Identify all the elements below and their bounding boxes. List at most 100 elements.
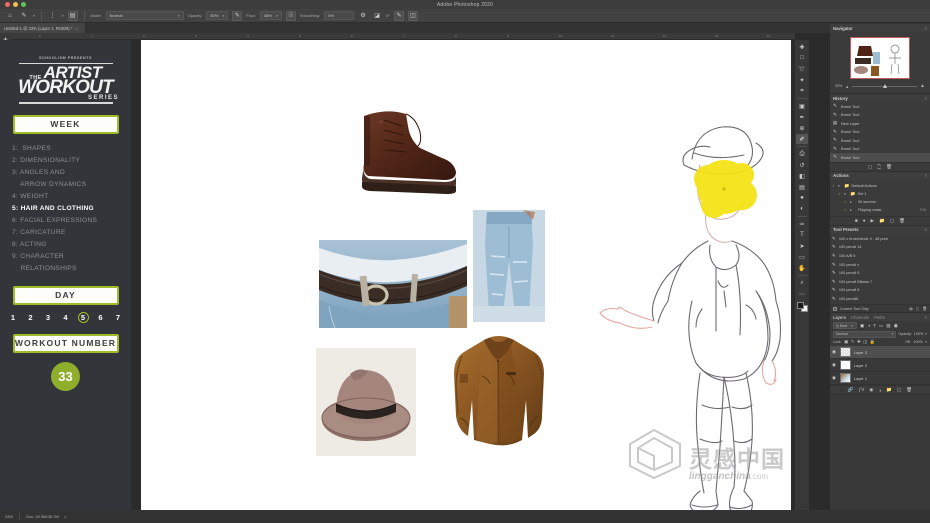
action-item[interactable]: ✓ ▾ 📁 Default Actions: [830, 182, 930, 190]
close-icon[interactable]: ×: [76, 26, 78, 31]
color-swatches[interactable]: [796, 302, 808, 312]
layer-row[interactable]: ◉ Layer 3: [830, 346, 930, 360]
eraser-tool-icon[interactable]: ◧: [796, 171, 808, 181]
history-item[interactable]: ✎ Brush Tool: [830, 153, 930, 162]
tool-preset-caret[interactable]: ▾: [33, 14, 35, 18]
mask-icon[interactable]: ◉: [869, 387, 873, 393]
filter-toggle-icon[interactable]: ◉: [894, 323, 898, 329]
tool-presets-list[interactable]: ✎ 100 x brush/circle 3 - 48 pure ✎ 100 penc…: [830, 233, 930, 305]
artboard[interactable]: 灵感中国 lingganchina.com: [141, 40, 791, 510]
fill-value[interactable]: 100%: [914, 340, 923, 344]
actions-footer[interactable]: ■ ● ▶ 📁 ▢ 🗑: [830, 215, 930, 225]
eyedropper-tool-icon[interactable]: ✒: [796, 112, 808, 122]
navigator-zoom-slider[interactable]: [852, 83, 918, 88]
week-list-item[interactable]: 6: FACIAL EXPRESSIONS: [12, 215, 131, 227]
dodge-tool-icon[interactable]: ◐: [796, 204, 808, 214]
action-toggle-checkbox[interactable]: ✓: [844, 208, 848, 212]
lock-artboard-icon[interactable]: ◫: [863, 339, 867, 345]
week-list-item[interactable]: 3: ANGLES AND: [12, 167, 131, 179]
lock-position-icon[interactable]: ✚: [857, 339, 861, 345]
layer-opacity-value[interactable]: 100%: [914, 332, 923, 336]
pixel-filter-icon[interactable]: ▣: [860, 323, 864, 329]
day-number-2[interactable]: 2: [25, 312, 36, 323]
pressure-opacity-icon[interactable]: ✎: [232, 10, 243, 21]
chevron-down-icon[interactable]: ▾: [838, 184, 842, 188]
lock-image-icon[interactable]: ✎: [851, 339, 855, 345]
play-icon[interactable]: ▶: [871, 218, 875, 224]
tool-preset-item[interactable]: ✎ 100 A/B 5: [830, 252, 930, 261]
layer-lock-row[interactable]: Lock: ▣ ✎ ✚ ◫ 🔒 Fill: 100% ▾: [830, 338, 930, 346]
actions-panel-header[interactable]: Actions ≡: [830, 171, 930, 180]
action-item[interactable]: ✓ ▸ 90 sec/min: [830, 198, 930, 206]
navigator-panel-header[interactable]: Navigator ≡: [830, 24, 930, 32]
airbrush-icon[interactable]: ☉: [285, 10, 296, 21]
brush-panel-icon[interactable]: ▤: [67, 10, 78, 21]
eye-icon[interactable]: ◉: [832, 362, 837, 368]
tab-paths[interactable]: Paths: [874, 315, 885, 320]
edit-toolbar-icon[interactable]: ⋯: [796, 289, 808, 299]
document-tab[interactable]: Untitled-1 @ 33% (Layer 1, RGB/8) * ×: [0, 23, 86, 33]
path-select-tool-icon[interactable]: ➤: [796, 241, 808, 251]
day-number-4[interactable]: 4: [60, 312, 71, 323]
layer-filter-row[interactable]: Q Kind ▾ ▣ ◑ T ▭ ▧ ◉: [830, 321, 930, 330]
day-number-7[interactable]: 7: [113, 312, 124, 323]
list-view-icon[interactable]: ▤: [909, 307, 912, 311]
tool-preset-item[interactable]: ✎ 100 pencil x: [830, 260, 930, 269]
healing-brush-tool-icon[interactable]: ⊕: [796, 123, 808, 133]
week-list-item[interactable]: 4: WEIGHT: [12, 191, 131, 203]
day-number-3[interactable]: 3: [43, 312, 54, 323]
history-item[interactable]: ✎ Brush Tool: [830, 136, 930, 145]
tool-palette[interactable]: ✚ □ ➰ ✦ ⌗ ▣ ✒ ⊕ ✐ ⎙ ↺ ◧ ▤ ● ◐ ✑ T ➤ ▭ ✋ ⌕ ⋯: [795, 40, 809, 510]
shape-filter-icon[interactable]: ▭: [879, 323, 883, 329]
blur-tool-icon[interactable]: ●: [796, 193, 808, 203]
history-item[interactable]: ✎ Brush Tool: [830, 102, 930, 111]
layers-panel-tabs[interactable]: Layers Channels Paths: [833, 315, 885, 320]
group-icon[interactable]: 📁: [886, 387, 892, 393]
eye-icon[interactable]: ◉: [832, 375, 837, 381]
week-button[interactable]: WEEK: [12, 114, 119, 134]
week-list-item[interactable]: 1: SHAPES: [12, 143, 131, 155]
layer-thumbnail[interactable]: [840, 360, 851, 371]
panel-menu-icon[interactable]: ≡: [925, 227, 927, 232]
panel-menu-icon[interactable]: ≡: [925, 26, 927, 31]
delete-icon[interactable]: 🗑: [886, 164, 892, 170]
smoothing-input[interactable]: 0%: [324, 11, 355, 20]
history-item[interactable]: ▤ New Layer: [830, 119, 930, 128]
week-list-item[interactable]: 2: DIMENSIONALITY: [12, 155, 131, 167]
current-tool-only-checkbox[interactable]: [833, 306, 837, 311]
action-item[interactable]: ✓ ▸ Flipping mask F10: [830, 206, 930, 214]
adjustment-filter-icon[interactable]: ◑: [867, 323, 870, 329]
history-item[interactable]: ✎ Brush Tool: [830, 111, 930, 120]
slider-handle[interactable]: [883, 83, 888, 88]
eye-icon[interactable]: ◉: [832, 349, 837, 355]
history-list[interactable]: ✎ Brush Tool ✎ Brush Tool ▤ New Layer ✎ Brush T…: [830, 102, 930, 162]
snapshot-icon[interactable]: ▢: [868, 164, 872, 170]
week-list-item[interactable]: 5: HAIR AND CLOTHING: [12, 203, 131, 215]
move-tool-icon[interactable]: ✚: [796, 42, 808, 52]
tool-preset-item[interactable]: ✎ 100 pencil 6: [830, 269, 930, 278]
symmetry-icon[interactable]: ◫: [407, 10, 418, 21]
day-number-1[interactable]: 1: [8, 312, 19, 323]
workout-number-button[interactable]: WORKOUT NUMBER: [12, 333, 119, 353]
smart-filter-icon[interactable]: ▧: [886, 323, 890, 329]
brush-tool-icon[interactable]: ✐: [796, 134, 808, 144]
zoom-in-icon[interactable]: ▲: [920, 83, 925, 89]
panel-menu-icon[interactable]: ≡: [925, 96, 927, 101]
quick-select-tool-icon[interactable]: ✦: [796, 75, 808, 85]
folder-icon[interactable]: 📁: [879, 218, 885, 224]
new-layer-icon[interactable]: ▢: [897, 387, 901, 393]
history-item[interactable]: ✎ Brush Tool: [830, 145, 930, 154]
brush-size-icon[interactable]: ⋮: [48, 11, 58, 21]
marquee-tool-icon[interactable]: □: [796, 53, 808, 63]
brush-size-caret[interactable]: ▾: [62, 14, 64, 18]
pen-tool-icon[interactable]: ✑: [796, 219, 808, 229]
tool-preset-item[interactable]: ✎ 100 pencil Billows 7: [830, 277, 930, 286]
layer-blend-row[interactable]: Normal ▾ Opacity: 100% ▾: [830, 330, 930, 338]
week-list-item[interactable]: 7: CARICATURE: [12, 227, 131, 239]
record-icon[interactable]: ●: [863, 218, 866, 223]
tool-preset-item[interactable]: ✎ 100 x brush/circle 3 - 48 pure: [830, 235, 930, 244]
day-selector[interactable]: 1234567: [0, 311, 131, 323]
gear-icon[interactable]: ⚙: [358, 11, 368, 21]
home-icon[interactable]: ⌂: [5, 11, 15, 21]
chevron-down-icon[interactable]: ▾: [925, 340, 927, 344]
